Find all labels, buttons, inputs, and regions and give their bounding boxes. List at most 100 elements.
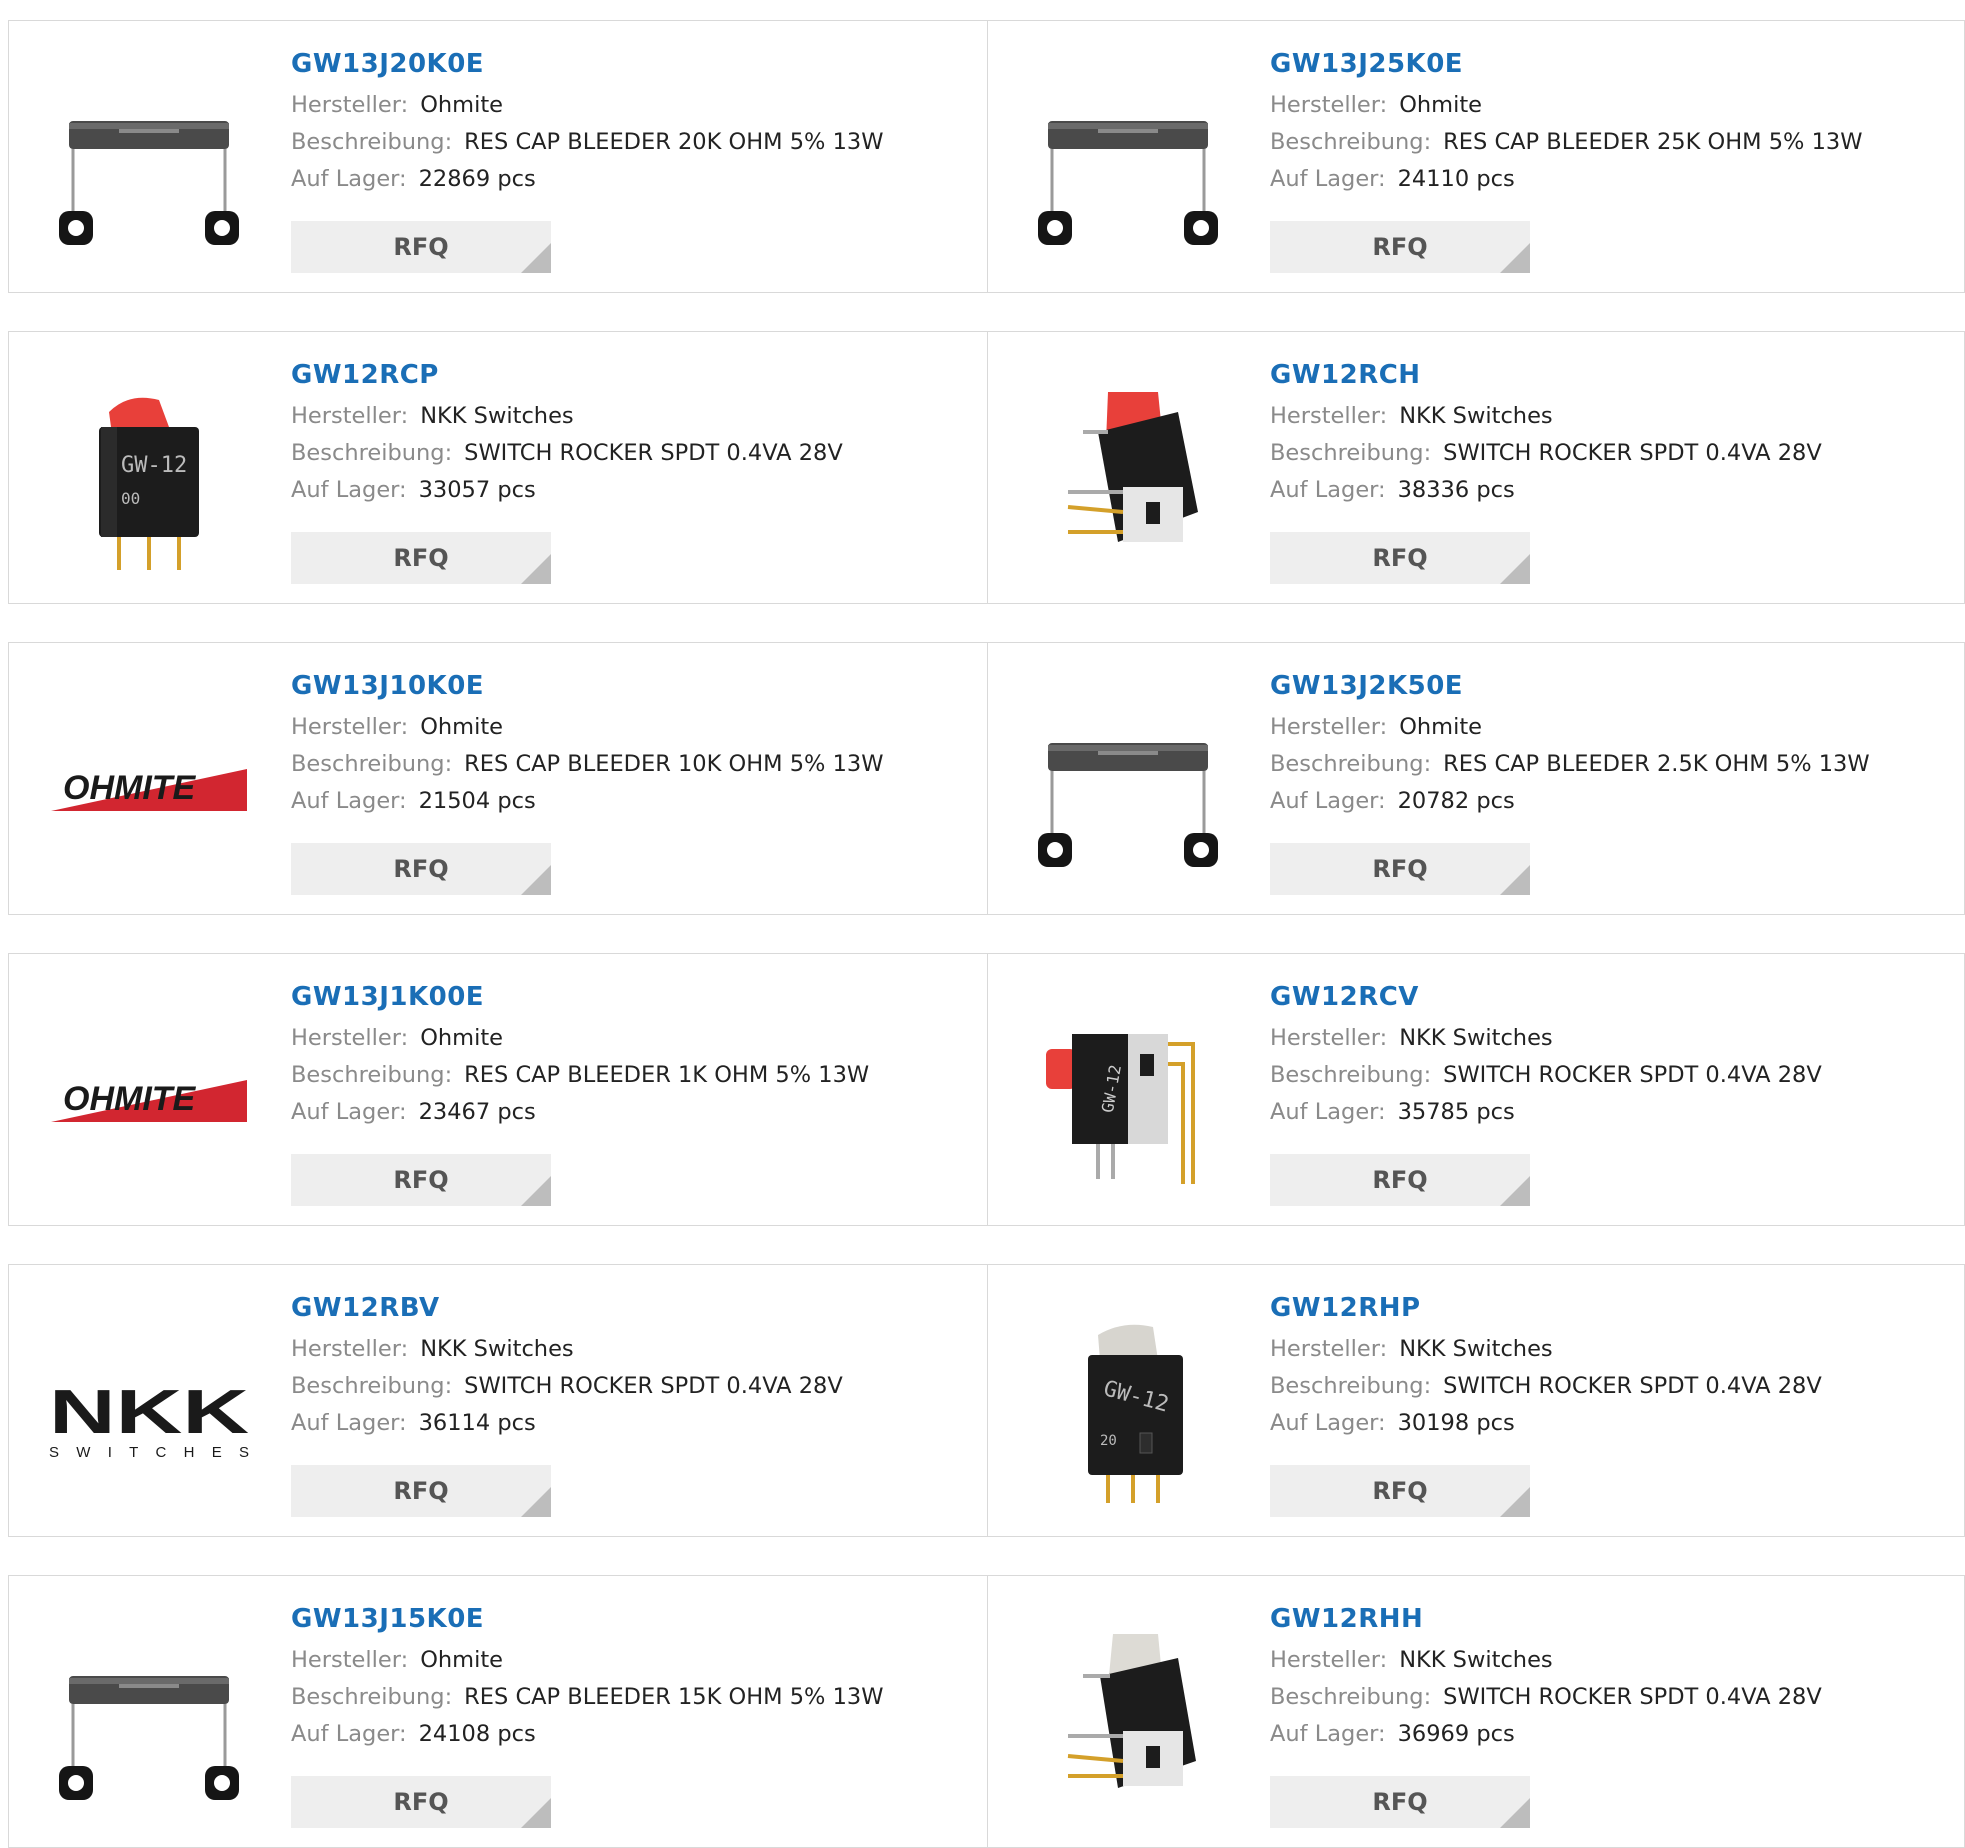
description-value: SWITCH ROCKER SPDT 0.4VA 28V: [1443, 1373, 1822, 1399]
part-number-link[interactable]: GW12RCH: [1270, 360, 1822, 390]
product-row: GW13J20K0E Hersteller: Ohmite Beschreibung:…: [8, 20, 1965, 293]
stock-value: 24108 pcs: [418, 1721, 536, 1747]
description-line: Beschreibung: SWITCH ROCKER SPDT 0.4VA 28…: [291, 435, 843, 472]
stock-line: Auf Lager: 22869 pcs: [291, 161, 883, 198]
product-info: GW12RCV Hersteller: NKK Switches Beschreibu…: [1270, 982, 1822, 1131]
rfq-label: RFQ: [1372, 233, 1428, 261]
svg-text:OHMITE: OHMITE: [63, 769, 197, 807]
stock-label: Auf Lager:: [1270, 1099, 1386, 1125]
rocker-switch-grey-image[interactable]: GW-12 20: [1028, 1305, 1228, 1505]
manufacturer-line: Hersteller: Ohmite: [1270, 87, 1862, 124]
part-number-link[interactable]: GW13J1K00E: [291, 982, 869, 1012]
manufacturer-label: Hersteller:: [291, 1647, 409, 1673]
description-label: Beschreibung:: [1270, 1684, 1432, 1710]
product-card: GW12RCH Hersteller: NKK Switches Beschreibu…: [987, 332, 1965, 603]
part-number-link[interactable]: GW12RCV: [1270, 982, 1822, 1012]
description-line: Beschreibung: RES CAP BLEEDER 15K OHM 5% …: [291, 1679, 883, 1716]
part-number-link[interactable]: GW13J10K0E: [291, 671, 883, 701]
product-row: OHMITE GW13J1K00E Hersteller: Ohmite Beschr…: [8, 953, 1965, 1226]
manufacturer-value: Ohmite: [420, 1025, 503, 1051]
stock-label: Auf Lager:: [291, 1410, 407, 1436]
product-info: GW12RCH Hersteller: NKK Switches Beschreibu…: [1270, 360, 1822, 509]
part-number-link[interactable]: GW13J20K0E: [291, 49, 883, 79]
rfq-button[interactable]: RFQ: [291, 532, 551, 584]
rocker-switch-image[interactable]: GW-12 00: [49, 372, 249, 572]
manufacturer-line: Hersteller: Ohmite: [291, 87, 883, 124]
rocker-switch-vertical-image[interactable]: GW-12: [1028, 994, 1228, 1194]
manufacturer-line: Hersteller: NKK Switches: [1270, 1020, 1822, 1057]
description-label: Beschreibung:: [291, 751, 453, 777]
stock-value: 22869 pcs: [418, 166, 536, 192]
description-label: Beschreibung:: [1270, 1373, 1432, 1399]
rfq-label: RFQ: [393, 1477, 449, 1505]
stock-line: Auf Lager: 33057 pcs: [291, 472, 843, 509]
stock-line: Auf Lager: 20782 pcs: [1270, 783, 1870, 820]
stock-value: 24110 pcs: [1397, 166, 1515, 192]
part-number-link[interactable]: GW13J25K0E: [1270, 49, 1862, 79]
part-number-link[interactable]: GW13J15K0E: [291, 1604, 883, 1634]
manufacturer-label: Hersteller:: [1270, 1336, 1388, 1362]
description-label: Beschreibung:: [291, 440, 453, 466]
product-card: GW-12 20 GW12RHP Hersteller: NKK Switches B…: [987, 1265, 1965, 1536]
product-info: GW12RHP Hersteller: NKK Switches Beschreibu…: [1270, 1293, 1822, 1442]
stock-line: Auf Lager: 36114 pcs: [291, 1405, 843, 1442]
stock-line: Auf Lager: 24110 pcs: [1270, 161, 1862, 198]
rfq-button[interactable]: RFQ: [1270, 1154, 1530, 1206]
manufacturer-line: Hersteller: NKK Switches: [291, 398, 843, 435]
rfq-button[interactable]: RFQ: [291, 1776, 551, 1828]
stock-value: 33057 pcs: [418, 477, 536, 503]
product-info: GW13J20K0E Hersteller: Ohmite Beschreibung:…: [291, 49, 883, 198]
part-number-link[interactable]: GW12RHP: [1270, 1293, 1822, 1323]
manufacturer-value: NKK Switches: [1399, 1025, 1553, 1051]
rfq-button[interactable]: RFQ: [1270, 221, 1530, 273]
rfq-button[interactable]: RFQ: [291, 221, 551, 273]
part-number-link[interactable]: GW12RCP: [291, 360, 843, 390]
rfq-button[interactable]: RFQ: [291, 1154, 551, 1206]
stock-value: 36969 pcs: [1397, 1721, 1515, 1747]
product-card: OHMITE GW13J10K0E Hersteller: Ohmite Beschr…: [9, 643, 987, 914]
manufacturer-line: Hersteller: Ohmite: [1270, 709, 1870, 746]
rocker-switch-grey-side-image[interactable]: [1028, 1616, 1228, 1816]
rfq-button[interactable]: RFQ: [1270, 1776, 1530, 1828]
manufacturer-label: Hersteller:: [291, 714, 409, 740]
description-line: Beschreibung: RES CAP BLEEDER 20K OHM 5% …: [291, 124, 883, 161]
stock-value: 30198 pcs: [1397, 1410, 1515, 1436]
rocker-switch-side-image[interactable]: [1028, 372, 1228, 572]
product-card: GW-12 GW12RCV Hersteller: NKK Switches Besc…: [987, 954, 1965, 1225]
manufacturer-value: NKK Switches: [1399, 1336, 1553, 1362]
part-number-link[interactable]: GW12RHH: [1270, 1604, 1822, 1634]
part-number-link[interactable]: GW13J2K50E: [1270, 671, 1870, 701]
description-value: RES CAP BLEEDER 10K OHM 5% 13W: [464, 751, 884, 777]
rfq-button[interactable]: RFQ: [1270, 843, 1530, 895]
stock-label: Auf Lager:: [1270, 1410, 1386, 1436]
product-card: NKK SWITCHES GW12RBV Hersteller: NKK Switc…: [9, 1265, 987, 1536]
product-card: GW13J15K0E Hersteller: Ohmite Beschreibung:…: [9, 1576, 987, 1847]
product-info: GW12RBV Hersteller: NKK Switches Beschreibu…: [291, 1293, 843, 1442]
part-number-link[interactable]: GW12RBV: [291, 1293, 843, 1323]
rfq-label: RFQ: [1372, 1166, 1428, 1194]
manufacturer-value: Ohmite: [1399, 92, 1482, 118]
description-value: RES CAP BLEEDER 1K OHM 5% 13W: [464, 1062, 870, 1088]
stock-line: Auf Lager: 36969 pcs: [1270, 1716, 1822, 1753]
resistor-bracket-image[interactable]: [1028, 61, 1228, 261]
ohmite-logo[interactable]: OHMITE: [49, 683, 249, 883]
description-label: Beschreibung:: [291, 129, 453, 155]
ohmite-logo[interactable]: OHMITE: [49, 994, 249, 1194]
description-label: Beschreibung:: [1270, 129, 1432, 155]
rfq-button[interactable]: RFQ: [291, 1465, 551, 1517]
nkk-logo[interactable]: NKK SWITCHES: [49, 1305, 249, 1505]
description-label: Beschreibung:: [291, 1684, 453, 1710]
product-info: GW13J1K00E Hersteller: Ohmite Beschreibung:…: [291, 982, 869, 1131]
resistor-bracket-image[interactable]: [1028, 683, 1228, 883]
resistor-bracket-image[interactable]: [49, 1616, 249, 1816]
rfq-button[interactable]: RFQ: [291, 843, 551, 895]
stock-label: Auf Lager:: [291, 477, 407, 503]
description-line: Beschreibung: RES CAP BLEEDER 10K OHM 5% …: [291, 746, 883, 783]
product-row: GW13J15K0E Hersteller: Ohmite Beschreibung:…: [8, 1575, 1965, 1848]
rfq-button[interactable]: RFQ: [1270, 1465, 1530, 1517]
manufacturer-label: Hersteller:: [1270, 714, 1388, 740]
product-info: GW13J10K0E Hersteller: Ohmite Beschreibung:…: [291, 671, 883, 820]
resistor-bracket-image[interactable]: [49, 61, 249, 261]
rfq-button[interactable]: RFQ: [1270, 532, 1530, 584]
description-value: SWITCH ROCKER SPDT 0.4VA 28V: [1443, 440, 1822, 466]
